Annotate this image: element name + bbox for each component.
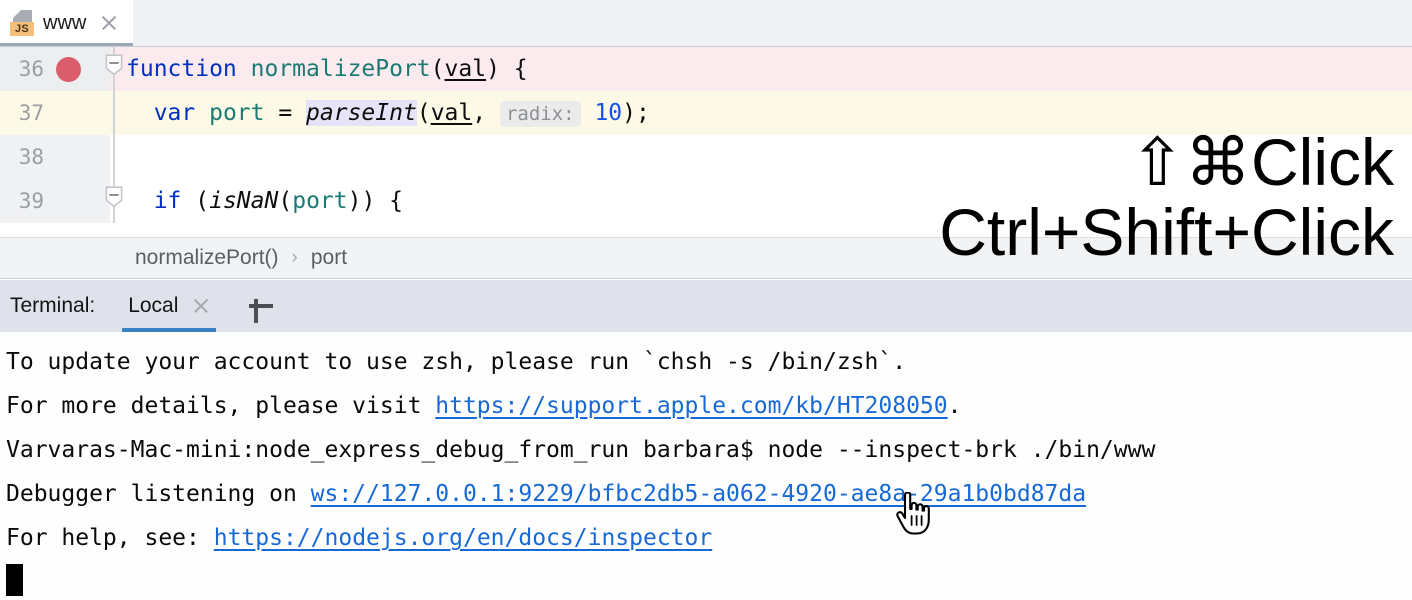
code-line-37[interactable]: 37 var port = parseInt(val, radix: 10);: [0, 91, 1412, 135]
terminal-text: Debugger listening on: [6, 481, 311, 507]
gutter-38[interactable]: 38: [0, 135, 110, 179]
terminal-tab-local[interactable]: Local: [122, 280, 217, 332]
terminal-link[interactable]: https://nodejs.org/en/docs/inspector: [214, 525, 713, 551]
breadcrumb: normalizePort() › port: [0, 237, 1412, 279]
line-number: 36: [18, 57, 44, 81]
breadcrumb-item-function[interactable]: normalizePort(): [135, 246, 279, 270]
terminal-title: Terminal:: [10, 294, 96, 317]
fold-guide-line: [113, 91, 115, 135]
block-cursor: [6, 564, 23, 596]
breadcrumb-item-variable[interactable]: port: [311, 246, 347, 270]
editor-tab-bar: JS www: [0, 0, 1412, 47]
ide-window: JS www 36 function normalizePort(val) { 37…: [0, 0, 1412, 600]
terminal-tool-window-header: Terminal: Local: [0, 280, 1412, 332]
terminal-line: Debugger listening on ws://127.0.0.1:922…: [0, 472, 1412, 516]
code-editor[interactable]: 36 function normalizePort(val) { 37 var po…: [0, 47, 1412, 237]
terminal-text: To update your account to use zsh, pleas…: [6, 349, 907, 375]
code-fold-icon[interactable]: [105, 186, 123, 208]
terminal-text: Varvaras-Mac-mini:node_express_debug_fro…: [6, 437, 1156, 463]
line-number: 39: [18, 189, 44, 213]
code-text[interactable]: var port = parseInt(val, radix: 10);: [110, 100, 650, 127]
gutter-39[interactable]: 39: [0, 179, 110, 223]
terminal-prompt-line[interactable]: [0, 560, 1412, 600]
terminal-output[interactable]: To update your account to use zsh, pleas…: [0, 332, 1412, 600]
terminal-text: For more details, please visit: [6, 393, 436, 419]
terminal-tab-label: Local: [128, 294, 179, 317]
terminal-line: Varvaras-Mac-mini:node_express_debug_fro…: [0, 428, 1412, 472]
gutter-37[interactable]: 37: [0, 91, 110, 135]
breakpoint-icon[interactable]: [56, 57, 81, 82]
close-icon[interactable]: [99, 13, 119, 33]
editor-tab-label: www: [43, 11, 87, 34]
fold-guide-line: [113, 135, 115, 179]
plus-icon[interactable]: [244, 289, 278, 323]
js-badge-label: JS: [10, 22, 34, 36]
editor-tab-www[interactable]: JS www: [0, 0, 134, 46]
terminal-link[interactable]: ws://127.0.0.1:9229/bfbc2db5-a062-4920-a…: [311, 481, 1086, 507]
terminal-link[interactable]: https://support.apple.com/kb/HT208050: [435, 393, 947, 419]
line-number: 38: [18, 145, 44, 169]
terminal-line: For help, see: https://nodejs.org/en/doc…: [0, 516, 1412, 560]
terminal-line: For more details, please visit https://s…: [0, 384, 1412, 428]
code-text[interactable]: function normalizePort(val) {: [110, 56, 528, 82]
gutter-36[interactable]: 36: [0, 47, 110, 91]
code-text[interactable]: if (isNaN(port)) {: [110, 188, 403, 214]
line-number: 37: [18, 101, 44, 125]
active-tab-indicator: [0, 43, 134, 46]
chevron-right-icon: ›: [291, 247, 298, 268]
code-line-39[interactable]: 39 if (isNaN(port)) {: [0, 179, 1412, 223]
terminal-line: To update your account to use zsh, pleas…: [0, 340, 1412, 384]
terminal-text: .: [947, 393, 962, 419]
code-line-38[interactable]: 38: [0, 135, 1412, 179]
code-fold-icon[interactable]: [105, 54, 123, 76]
pointing-hand-cursor: [893, 491, 933, 536]
js-file-icon: JS: [10, 10, 34, 36]
close-icon[interactable]: [192, 297, 210, 315]
code-line-36[interactable]: 36 function normalizePort(val) {: [0, 47, 1412, 91]
terminal-text: For help, see:: [6, 525, 214, 551]
